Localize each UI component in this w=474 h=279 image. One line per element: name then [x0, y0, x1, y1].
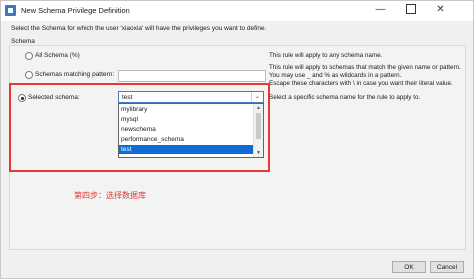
maximize-button[interactable]: [397, 1, 424, 19]
annotation-text: 第四步：选择数据库: [74, 191, 146, 200]
selected-schema-description: Select a specific schema name for the ru…: [269, 94, 421, 101]
close-button[interactable]: ✕: [427, 1, 454, 19]
schema-pattern-input[interactable]: [118, 70, 266, 82]
dialog-subtitle: Select the Schema for which the user 'xi…: [11, 25, 267, 32]
all-schema-description: This rule will apply to any schema name.: [269, 52, 383, 59]
pattern-schema-radio[interactable]: [25, 71, 33, 79]
window-title: New Schema Privilege Definition: [21, 6, 130, 15]
title-bar[interactable]: New Schema Privilege Definition — ✕: [1, 1, 473, 21]
annotation-highlight-box: [9, 83, 270, 172]
pattern-description-line-3: Escape these characters with \ in case y…: [269, 80, 453, 87]
minimize-button[interactable]: —: [367, 1, 394, 19]
all-schema-radio[interactable]: [25, 52, 33, 60]
dialog-window: New Schema Privilege Definition — ✕ Sele…: [0, 0, 474, 279]
cancel-button[interactable]: Cancel: [430, 261, 464, 273]
maximize-icon: [405, 4, 416, 15]
pattern-schema-label[interactable]: Schemas matching pattern:: [35, 71, 114, 78]
schema-group-label: Schema: [11, 38, 35, 45]
pattern-description-line-2: You may use _ and % as wildcards in a pa…: [269, 72, 402, 79]
all-schema-label[interactable]: All Schema (%): [35, 52, 80, 59]
ok-button[interactable]: OK: [392, 261, 426, 273]
pattern-description-line-1: This rule will apply to schemas that mat…: [269, 64, 461, 71]
app-icon: [5, 5, 16, 16]
